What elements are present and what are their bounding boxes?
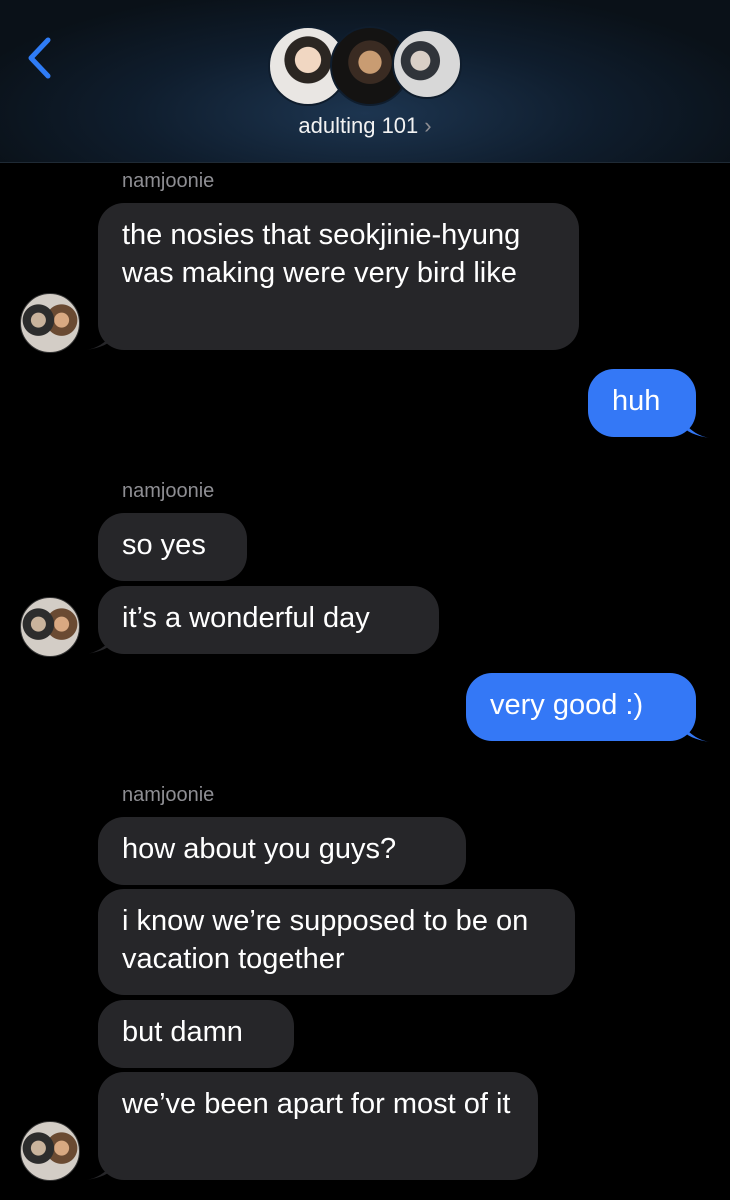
avatar[interactable] — [20, 293, 80, 353]
sender-name: namjoonie — [122, 784, 215, 806]
incoming-message[interactable]: how about you guys? — [98, 817, 466, 885]
group-title[interactable]: adulting 101 › — [0, 113, 730, 139]
incoming-message[interactable]: i know we’re supposed to be on vacation … — [98, 889, 575, 995]
back-button[interactable] — [20, 36, 60, 80]
outgoing-message[interactable]: very good :) — [466, 673, 696, 741]
bubble-tail — [86, 630, 116, 654]
chevron-right-icon: › — [424, 113, 432, 138]
chat-header: adulting 101 › — [0, 0, 730, 163]
bubble-tail — [680, 718, 710, 742]
group-title-text: adulting 101 — [298, 113, 419, 138]
sender-name: namjoonie — [122, 480, 215, 502]
bubble-tail — [680, 414, 710, 438]
incoming-message[interactable]: but damn — [98, 1000, 294, 1068]
incoming-message[interactable]: we’ve been apart for most of it — [98, 1072, 538, 1180]
avatar[interactable] — [20, 1121, 80, 1181]
group-avatars[interactable] — [268, 26, 464, 106]
incoming-message[interactable]: it’s a wonderful day — [98, 586, 439, 654]
chevron-left-icon — [28, 37, 51, 79]
bubble-tail — [86, 1156, 116, 1180]
bubble-tail — [86, 326, 116, 350]
incoming-message[interactable]: the nosies that seokjinie-hyung was maki… — [98, 203, 579, 350]
incoming-message[interactable]: so yes — [98, 513, 247, 581]
avatar — [392, 29, 462, 99]
sender-name: namjoonie — [122, 170, 215, 192]
avatar[interactable] — [20, 597, 80, 657]
